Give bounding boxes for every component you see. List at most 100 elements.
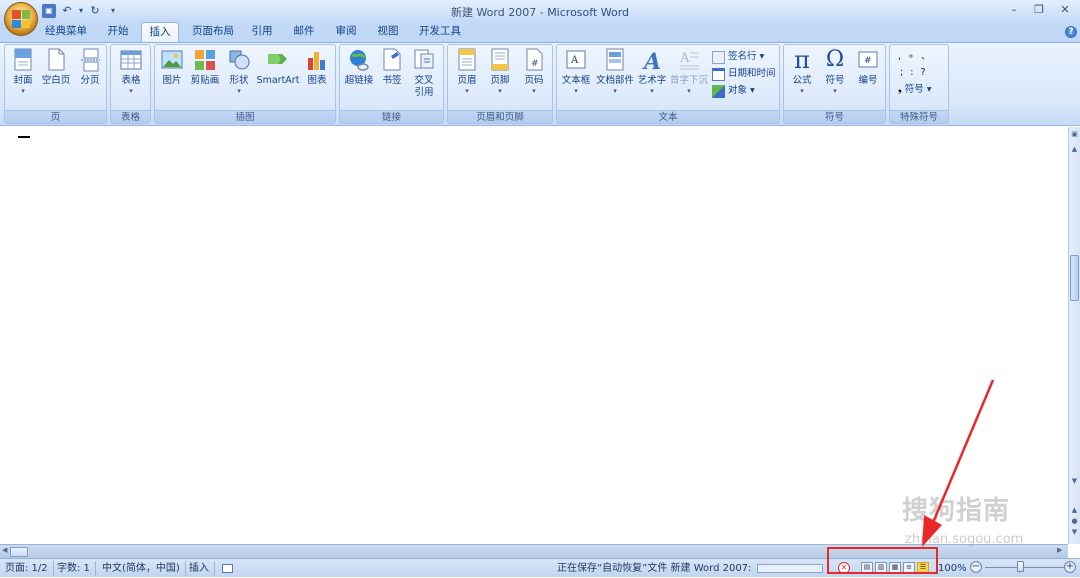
zoom-level[interactable]: 100% <box>938 561 967 576</box>
tab-view[interactable]: 视图 <box>373 22 403 42</box>
cover-page-button[interactable]: 封面 ▾ <box>8 48 38 95</box>
special-symbols-row-2[interactable]: ; : ? <box>900 65 927 81</box>
word-count[interactable]: 字数: 1 <box>52 561 96 576</box>
zoom-in-icon[interactable]: + <box>1064 561 1076 573</box>
smartart-label: SmartArt <box>256 75 300 86</box>
horizontal-scroll-thumb[interactable] <box>10 547 28 557</box>
help-icon[interactable]: ? <box>1065 26 1077 38</box>
tab-insert[interactable]: 插入 <box>141 22 179 43</box>
vertical-scrollbar[interactable]: ▣ ▲ ▼ ▲ ● ▼ <box>1068 127 1080 544</box>
zoom-slider-thumb[interactable] <box>1017 561 1024 572</box>
shapes-button[interactable]: 形状 ▾ <box>224 48 254 95</box>
close-button[interactable]: ✕ <box>1054 2 1076 18</box>
vertical-scroll-thumb[interactable] <box>1070 255 1079 301</box>
scroll-left-icon[interactable]: ◀ <box>2 546 7 554</box>
svg-text:#: # <box>864 56 872 66</box>
chart-button[interactable]: 图表 <box>302 48 332 87</box>
page-number-icon: # <box>523 48 545 72</box>
group-symbols: π 公式 ▾ Ω 符号 ▾ # 编号 符号 <box>783 44 886 124</box>
special-symbols-label: 符号 ▾ <box>904 84 932 95</box>
tab-home[interactable]: 开始 <box>101 22 135 42</box>
page-count[interactable]: 页面: 1/2 <box>0 561 54 576</box>
clip-art-button[interactable]: 剪贴画 <box>188 48 222 87</box>
numbering-button[interactable]: # 编号 <box>853 48 883 87</box>
quick-parts-label: 文档部件 <box>595 75 634 86</box>
macro-record-icon[interactable] <box>217 561 238 576</box>
special-symbols-row-1[interactable]: , ∘ 、 <box>898 49 933 65</box>
zoom-out-icon[interactable]: − <box>970 561 982 573</box>
page-break-button[interactable]: 分页 <box>75 48 105 87</box>
tab-developer[interactable]: 开发工具 <box>414 22 466 42</box>
bookmark-icon <box>381 48 403 72</box>
cross-reference-button[interactable]: 交叉 引用 <box>408 48 440 99</box>
symbol-button[interactable]: Ω 符号 ▾ <box>820 47 850 96</box>
bookmark-button[interactable]: 书签 <box>378 48 406 87</box>
omega-icon: Ω <box>825 47 845 72</box>
language-indicator[interactable]: 中文(简体，中国) <box>97 561 186 576</box>
header-label: 页眉 <box>457 75 477 86</box>
tab-page-layout[interactable]: 页面布局 <box>185 22 241 42</box>
drop-cap-icon: A <box>678 48 700 72</box>
scroll-down-icon[interactable]: ▼ <box>1069 477 1080 485</box>
bullet-icon: ❟ <box>898 84 902 95</box>
hyperlink-globe-icon <box>348 48 370 72</box>
equation-button[interactable]: π 公式 ▾ <box>787 48 817 95</box>
autosave-status: 正在保存“自动恢复”文件 新建 Word 2007: <box>557 563 752 574</box>
tab-references[interactable]: 引用 <box>247 22 277 42</box>
page-break-label: 分页 <box>80 75 100 86</box>
scroll-up-icon[interactable]: ▲ <box>1069 145 1080 153</box>
clip-art-icon <box>194 48 216 72</box>
svg-text:A: A <box>570 55 579 66</box>
special-symbols-dropdown[interactable]: ❟ 符号 ▾ <box>898 82 932 98</box>
office-button[interactable] <box>4 2 38 36</box>
tab-classic-menu[interactable]: 经典菜单 <box>40 22 92 42</box>
wordart-button[interactable]: A 艺术字 ▾ <box>636 48 668 95</box>
date-time-button[interactable]: 日期和时间 <box>712 66 776 82</box>
group-text-label: 文本 <box>557 110 779 123</box>
table-label: 表格 <box>121 75 141 86</box>
date-time-label: 日期和时间 <box>728 68 776 79</box>
page-number-button[interactable]: # 页码 ▾ <box>519 48 549 95</box>
zoom-slider-track[interactable] <box>985 567 1065 568</box>
svg-text:A: A <box>642 49 661 72</box>
quick-parts-button[interactable]: 文档部件 ▾ <box>595 48 635 95</box>
minimize-button[interactable]: – <box>1003 2 1025 18</box>
drop-cap-button[interactable]: A 首字下沉 ▾ <box>669 48 709 95</box>
text-cursor <box>18 136 30 138</box>
group-table-label: 表格 <box>111 110 150 123</box>
signature-line-button[interactable]: 签名行 ▾ <box>712 49 764 65</box>
object-button[interactable]: 对象 ▾ <box>712 83 755 99</box>
group-text: A 文本框 ▾ 文档部件 ▾ A 艺术字 ▾ A 首字下沉 ▾ 签名行 ▾ 日期和时间 … <box>556 44 780 124</box>
group-header-footer-label: 页眉和页脚 <box>448 110 552 123</box>
object-icon <box>712 84 725 98</box>
previous-page-icon[interactable]: ▲ <box>1069 506 1080 514</box>
wordart-icon: A <box>641 48 663 75</box>
page-number-label: 页码 <box>524 75 544 86</box>
restore-button[interactable]: ❐ <box>1028 2 1050 18</box>
page-break-icon <box>79 48 101 72</box>
text-box-button[interactable]: A 文本框 ▾ <box>559 48 593 95</box>
tab-mailings[interactable]: 邮件 <box>289 22 319 42</box>
blank-page-button[interactable]: 空白页 <box>39 48 73 87</box>
table-button[interactable]: 表格 ▾ <box>115 48 147 95</box>
browse-object-icon[interactable]: ● <box>1069 517 1080 525</box>
group-pages-label: 页 <box>5 110 106 123</box>
next-page-icon[interactable]: ▼ <box>1069 528 1080 536</box>
annotation-arrow <box>922 379 995 547</box>
text-box-label: 文本框 <box>561 75 591 86</box>
smartart-button[interactable]: SmartArt <box>256 48 300 87</box>
hyperlink-button[interactable]: 超链接 <box>342 48 376 87</box>
scroll-right-icon[interactable]: ▶ <box>1057 546 1062 554</box>
tab-review[interactable]: 审阅 <box>331 22 361 42</box>
insert-mode[interactable]: 插入 <box>184 561 215 576</box>
signature-line-icon <box>712 50 725 64</box>
ruler-toggle-icon[interactable]: ▣ <box>1069 130 1080 138</box>
drop-cap-label: 首字下沉 <box>669 75 708 86</box>
quick-parts-icon <box>604 48 626 72</box>
cross-reference-label-2: 引用 <box>414 87 434 98</box>
footer-button[interactable]: 页脚 ▾ <box>485 48 515 95</box>
wordart-label: 艺术字 <box>637 75 667 86</box>
header-button[interactable]: 页眉 ▾ <box>452 48 482 95</box>
picture-button[interactable]: 图片 <box>158 48 186 87</box>
object-label: 对象 ▾ <box>728 85 755 96</box>
